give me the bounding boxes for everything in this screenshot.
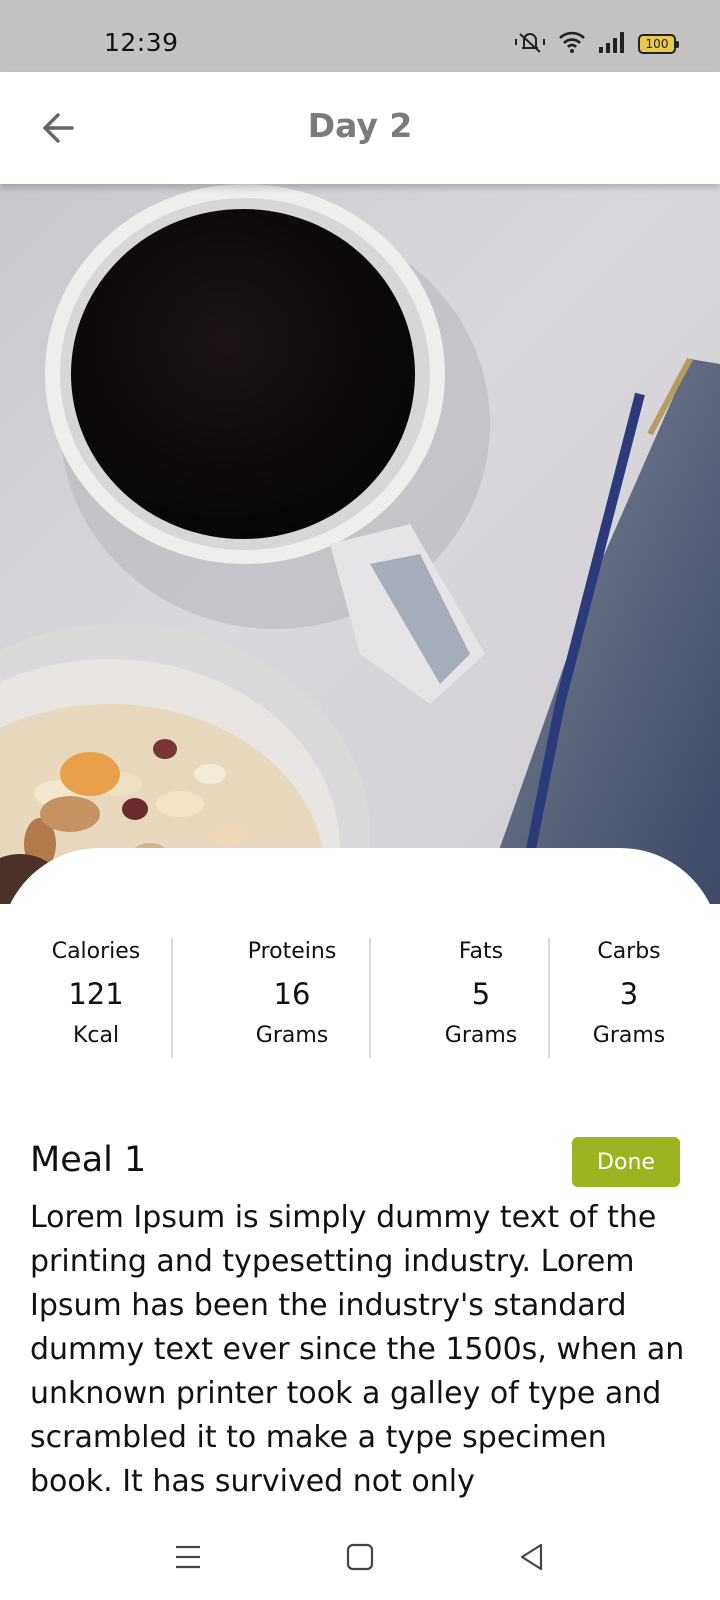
system-nav-bar [0,1510,720,1600]
meal-description: Lorem Ipsum is simply dummy text of the … [30,1200,685,1499]
nutrition-stats: Calories 121 Kcal Proteins 16 Grams Fats… [0,930,720,1060]
menu-button[interactable] [163,1532,213,1582]
stat-label: Carbs [597,939,661,964]
battery-icon: 100 [638,34,679,54]
stat-unit: Grams [444,1023,518,1048]
done-button[interactable]: Done [572,1137,680,1187]
status-time: 12:39 [104,28,179,57]
home-square-icon [346,1543,374,1571]
home-button[interactable] [335,1532,385,1582]
stat-label: Fats [458,939,504,964]
vibrate-off-icon [514,30,546,58]
stat-carbs: Carbs 3 Grams [549,930,709,1058]
stat-value: 5 [471,977,491,1011]
back-triangle-icon [520,1543,543,1571]
stat-unit: Grams [255,1023,329,1048]
system-back-button[interactable] [507,1532,557,1582]
stat-unit: Kcal [72,1023,120,1048]
wifi-icon [558,30,586,58]
hero-image [0,184,720,904]
stat-calories: Calories 121 Kcal [16,930,176,1058]
meal-title: Meal 1 [30,1140,147,1180]
stat-proteins: Proteins 16 Grams [212,930,372,1058]
meal-photo [0,184,720,904]
stat-unit: Grams [592,1023,666,1048]
stat-fats: Fats 5 Grams [401,930,561,1058]
stat-value: 121 [68,977,124,1011]
stat-divider [171,938,173,1058]
status-icons: 100 [514,30,679,58]
stat-divider [369,938,371,1058]
stat-value: 16 [273,977,311,1011]
menu-icon [176,1545,200,1569]
stat-label: Calories [51,939,141,964]
status-bar: 12:39 100 [0,0,720,72]
page-title: Day 2 [307,106,413,145]
stat-label: Proteins [247,939,337,964]
app-bar: Day 2 [0,72,720,184]
stat-value: 3 [619,977,639,1011]
signal-icon [598,30,626,58]
